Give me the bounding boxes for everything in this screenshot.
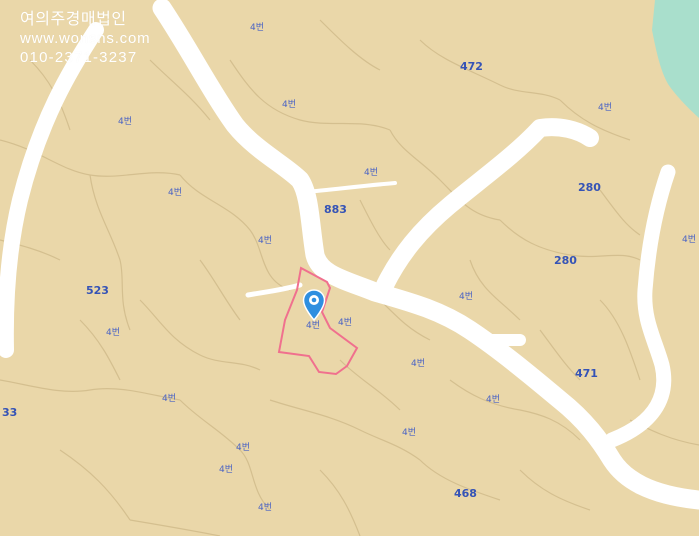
parcel-label: 472 xyxy=(460,60,483,73)
parcel-label: 883 xyxy=(324,203,347,216)
road-west xyxy=(0,22,104,358)
road-spur-1 xyxy=(303,181,397,194)
parcel-label: 4번 xyxy=(338,318,353,328)
watermark-company-name: 여의주경매법인 xyxy=(20,11,127,28)
map-pin-icon[interactable] xyxy=(302,289,326,321)
parcel-label: 4번 xyxy=(106,328,121,338)
parcel-label: 4번 xyxy=(486,395,501,405)
road-spur-2 xyxy=(245,282,303,298)
water-area xyxy=(652,0,699,118)
parcel-label: 4번 xyxy=(598,103,613,113)
parcel-label: 4번 xyxy=(402,428,417,438)
parcel-label: 523 xyxy=(86,284,109,297)
parcel-label: 280 xyxy=(554,254,577,267)
map-view[interactable]: 472 280 280 471 468 883 523 33 4번 4번 4번 4번 4번 4번 4번 4번 4… xyxy=(0,0,699,536)
parcel-label: 33 xyxy=(2,406,18,419)
parcel-label: 4번 xyxy=(236,443,251,453)
road-east-loop xyxy=(604,164,676,448)
parcel-label: 471 xyxy=(575,367,598,380)
parcel-label: 4번 xyxy=(459,292,474,302)
road-main xyxy=(152,0,699,510)
parcel-label: 4번 xyxy=(162,394,177,404)
parcel-label: 468 xyxy=(454,487,477,500)
parcel-label: 4번 xyxy=(258,236,273,246)
parcel-label: 4번 xyxy=(219,465,234,475)
watermark-phone: 010-2371-3237 xyxy=(20,49,138,66)
parcel-label: 4번 xyxy=(258,503,273,513)
watermark-website: www.wonsns.com xyxy=(20,30,151,47)
parcel-label: 4번 xyxy=(118,117,133,127)
parcel-label: 280 xyxy=(578,181,601,194)
watermark: 여의주경매법인 www.wonsns.com 010-2371-3237 xyxy=(20,10,150,67)
parcel-label: 4번 xyxy=(168,188,183,198)
parcel-label: 4번 xyxy=(682,235,697,245)
map-layer xyxy=(0,0,699,536)
parcel-label: 4번 xyxy=(282,100,297,110)
parcel-label: 4번 xyxy=(364,168,379,178)
parcel-label: 4번 xyxy=(411,359,426,369)
parcel-label: 4번 xyxy=(250,23,265,33)
